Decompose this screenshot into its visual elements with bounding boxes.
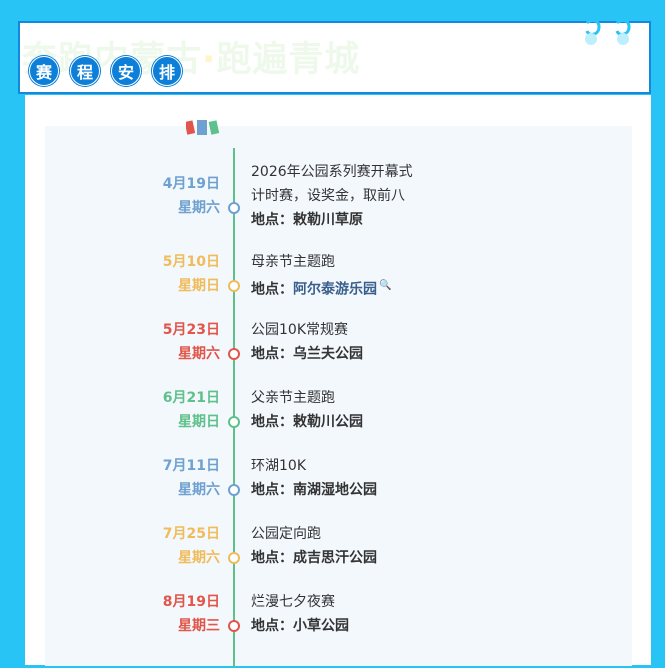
event-info: 公园10K常规赛 地点：乌兰夫公园 [251, 318, 363, 366]
timeline-dot [228, 348, 240, 360]
event-weekday: 星期六 [178, 550, 220, 566]
search-icon[interactable]: 🔍 [379, 280, 391, 291]
title-char-4: 排 [152, 56, 182, 86]
event-description: 计时赛，设奖金，取前八 [251, 188, 405, 204]
event-location-row: 地点：成吉思汗公园 [251, 546, 377, 570]
timeline-dot [228, 202, 240, 214]
event-info: 父亲节主题跑 地点：敕勒川公园 [251, 386, 363, 434]
location-label: 地点： [251, 482, 293, 498]
event-weekday: 星期日 [178, 278, 220, 294]
event-date: 5月23日 [162, 322, 220, 338]
location-label: 地点： [251, 550, 293, 566]
event-location: 小草公园 [293, 618, 349, 634]
event-weekday: 星期六 [178, 200, 220, 216]
event-date: 6月21日 [162, 390, 220, 406]
event-description: 烂漫七夕夜赛 [251, 594, 335, 610]
timeline-dot [228, 416, 240, 428]
location-label: 地点： [251, 618, 293, 634]
event-location-row: 地点：南湖湿地公园 [251, 478, 377, 502]
event-info: 2026年公园系列赛开幕式 计时赛，设奖金，取前八 地点：敕勒川草原 [251, 160, 413, 232]
event-date: 4月19日 [162, 176, 220, 192]
event-location: 成吉思汗公园 [293, 550, 377, 566]
schedule-panel: 4月19日 星期六 2026年公园系列赛开幕式 计时赛，设奖金，取前八 地点：敕勒川草原… [45, 120, 632, 668]
event-date: 7月11日 [162, 458, 220, 474]
section-title: 赛 程 安 排 [29, 56, 193, 86]
timeline-line [233, 148, 235, 668]
event-location[interactable]: 阿尔泰游乐园 [293, 282, 377, 298]
event-location-row: 地点：小草公园 [251, 614, 349, 638]
event-info: 母亲节主题跑 地点：阿尔泰游乐园 🔍 [251, 250, 391, 302]
event-location-row: 地点：乌兰夫公园 [251, 342, 363, 366]
location-label: 地点： [251, 212, 293, 228]
title-char-3: 安 [111, 56, 141, 86]
flags-decoration-icon [186, 120, 220, 135]
event-description: 母亲节主题跑 [251, 254, 335, 270]
schedule-card: 4月19日 星期六 2026年公园系列赛开幕式 计时赛，设奖金，取前八 地点：敕勒川草原… [25, 95, 651, 668]
event-date: 7月25日 [162, 526, 220, 542]
location-label: 地点： [251, 281, 293, 298]
watermark-part2: 跑遍青城 [216, 40, 361, 80]
event-location: 敕勒川公园 [293, 414, 363, 430]
event-weekday: 星期六 [178, 346, 220, 362]
event-info: 公园定向跑地点：成吉思汗公园 [251, 522, 377, 570]
event-location: 敕勒川草原 [293, 212, 363, 228]
event-location: 南湖湿地公园 [293, 482, 377, 498]
event-date: 8月19日 [162, 594, 220, 610]
event-weekday: 星期六 [178, 482, 220, 498]
timeline-dot [228, 552, 240, 564]
event-location-row: 地点：敕勒川公园 [251, 410, 363, 434]
timeline-dot [228, 280, 240, 292]
event-info: 烂漫七夕夜赛 地点：小草公园 [251, 590, 349, 638]
event-location-row: 地点：阿尔泰游乐园 🔍 [251, 274, 391, 302]
location-label: 地点： [251, 414, 293, 430]
event-location-row: 地点：敕勒川草原 [251, 208, 413, 232]
event-description: 父亲节主题跑 [251, 390, 335, 406]
event-weekday: 星期三 [178, 618, 220, 634]
header-banner: 奔跑内蒙古·跑遍青城 赛 程 安 排 [18, 18, 651, 94]
watermark-separator: · [202, 40, 217, 80]
event-weekday: 星期日 [178, 414, 220, 430]
timeline-dot [228, 620, 240, 632]
title-char-1: 赛 [29, 56, 59, 86]
timeline-dot [228, 484, 240, 496]
location-label: 地点： [251, 346, 293, 362]
event-description: 2026年公园系列赛开幕式 [251, 164, 413, 180]
event-description: 公园定向跑 [251, 526, 321, 542]
event-description: 公园10K常规赛 [251, 322, 348, 338]
title-char-2: 程 [70, 56, 100, 86]
event-location: 乌兰夫公园 [293, 346, 363, 362]
event-description: 环湖10K [251, 458, 306, 474]
swirl-decoration-icon [585, 18, 631, 45]
event-date: 5月10日 [162, 254, 220, 270]
event-info: 环湖10K 地点：南湖湿地公园 [251, 454, 377, 502]
